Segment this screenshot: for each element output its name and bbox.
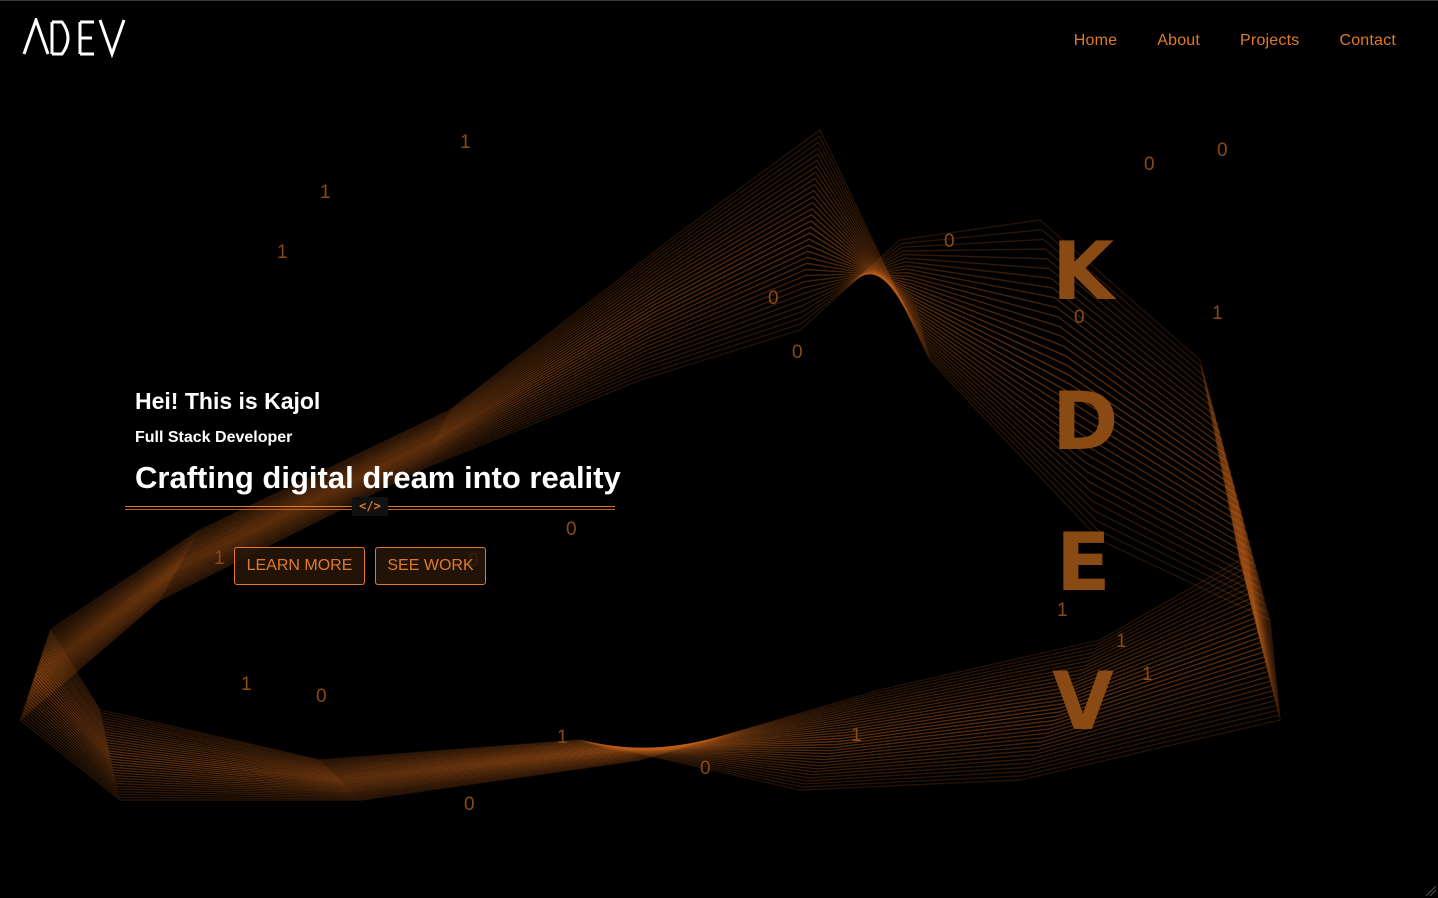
- binary-digit: 0: [316, 686, 327, 707]
- learn-more-button[interactable]: LEARN MORE: [234, 547, 365, 585]
- binary-digit: 1: [320, 182, 331, 203]
- hero-tagline: Crafting digital dream into reality: [135, 460, 621, 495]
- binary-digit: 1: [1142, 664, 1153, 685]
- background-wave-lines: [19, 129, 1281, 801]
- side-letter-k: K: [1052, 225, 1114, 318]
- site-logo[interactable]: [22, 18, 126, 58]
- binary-digit: 1: [1116, 631, 1127, 652]
- nav-home-link[interactable]: Home: [1074, 32, 1117, 50]
- binary-digit: 0: [792, 342, 803, 363]
- binary-digit: 1: [214, 548, 225, 569]
- side-letter-e: E: [1056, 516, 1111, 609]
- binary-digit: 1: [851, 725, 862, 746]
- binary-digit: 1: [1212, 303, 1223, 324]
- see-work-button[interactable]: SEE WORK: [375, 547, 486, 585]
- binary-digit: 0: [1144, 154, 1155, 175]
- binary-digit: 1: [277, 242, 288, 263]
- code-icon: </>: [352, 497, 388, 516]
- hero-greeting: Hei! This is Kajol: [135, 388, 321, 414]
- binary-digit: 1: [557, 727, 568, 748]
- binary-digit: 0: [566, 519, 577, 540]
- binary-digit: 0: [1217, 140, 1228, 161]
- side-letter-d: D: [1052, 375, 1119, 468]
- nav-contact-link[interactable]: Contact: [1339, 32, 1396, 50]
- binary-digit: 0: [768, 288, 779, 309]
- main-nav: Home About Projects Contact: [1074, 32, 1396, 50]
- binary-digit: 0: [700, 758, 711, 779]
- resize-handle-icon: [1426, 886, 1436, 896]
- nav-projects-link[interactable]: Projects: [1240, 32, 1299, 50]
- nav-about-link[interactable]: About: [1157, 32, 1200, 50]
- hero-role: Full Stack Developer: [135, 429, 293, 446]
- side-letter-v: V: [1052, 655, 1114, 748]
- binary-digit: 0: [464, 794, 475, 815]
- binary-digit: 0: [944, 231, 955, 252]
- binary-digit: 1: [241, 674, 252, 695]
- binary-digit: 1: [460, 132, 471, 153]
